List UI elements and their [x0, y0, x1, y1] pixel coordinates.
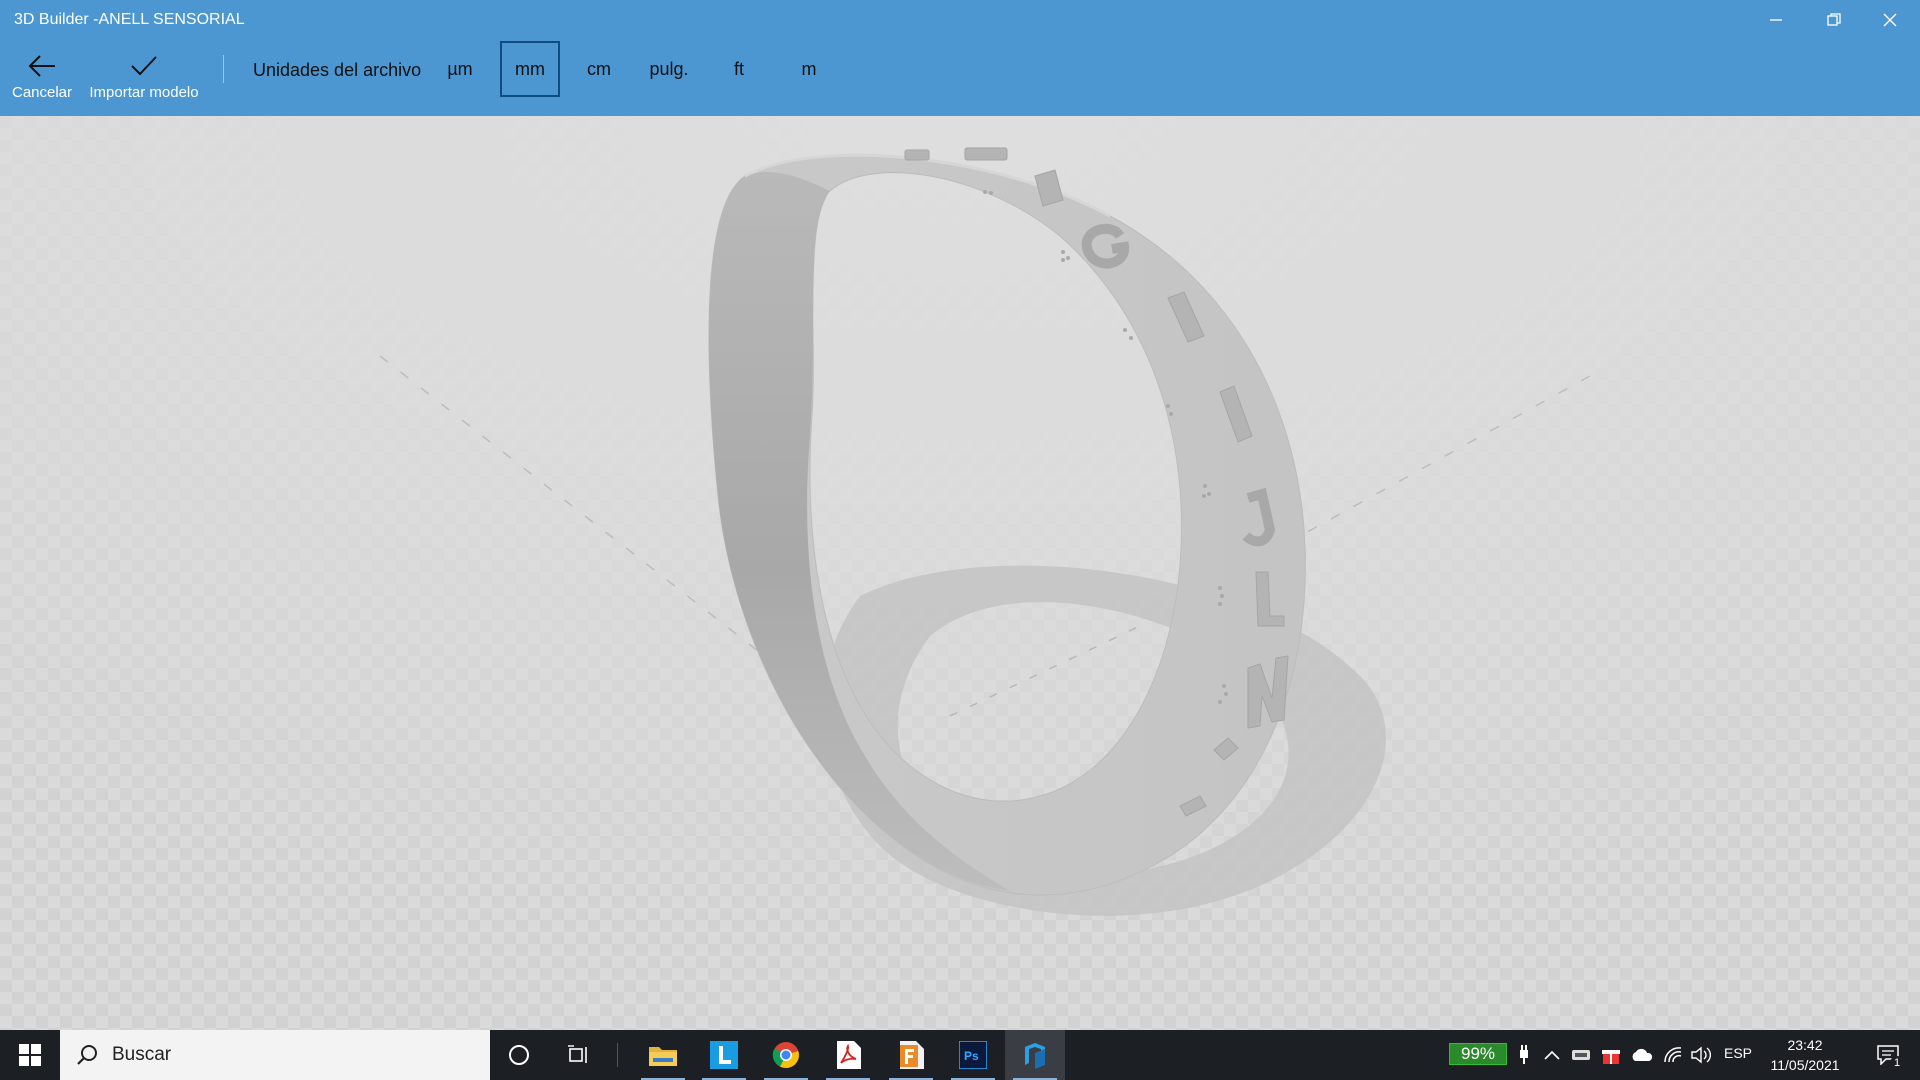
tray-onedrive-button[interactable]: [1628, 1030, 1656, 1080]
taskbar-app-chrome[interactable]: [756, 1030, 816, 1080]
3d-viewport[interactable]: [0, 116, 1920, 1030]
clock-date: 11/05/2021: [1770, 1057, 1840, 1073]
tray-power-button[interactable]: [1512, 1030, 1536, 1080]
restore-button[interactable]: [1806, 0, 1862, 40]
taskbar-app-file-explorer[interactable]: [633, 1030, 693, 1080]
unit-inch[interactable]: pulg.: [639, 41, 699, 97]
unit-meter[interactable]: m: [779, 41, 839, 97]
show-hidden-icons-button[interactable]: [1540, 1030, 1564, 1080]
cancel-label: Cancelar: [11, 84, 73, 101]
tray-device-button[interactable]: [1568, 1030, 1594, 1080]
close-icon: [1883, 13, 1897, 27]
input-language[interactable]: ESP: [1724, 1045, 1752, 1061]
window-title: 3D Builder -ANELL SENSORIAL: [14, 11, 245, 28]
speaker-icon: [1691, 1046, 1711, 1064]
clock[interactable]: 23:42 11/05/2021: [1760, 1035, 1850, 1075]
device-icon: [1572, 1050, 1590, 1060]
photoshop-icon: Ps: [959, 1041, 987, 1069]
close-button[interactable]: [1862, 0, 1918, 40]
task-view-icon: [568, 1045, 587, 1063]
task-view-button[interactable]: [554, 1030, 604, 1080]
tray-network-button[interactable]: [1660, 1030, 1686, 1080]
search-placeholder: Buscar: [112, 1044, 172, 1065]
plug-icon: [1520, 1045, 1528, 1064]
unit-micrometer[interactable]: µm: [430, 41, 490, 97]
taskbar-app-photoshop[interactable]: Ps: [943, 1030, 1003, 1080]
minimize-button[interactable]: [1748, 0, 1804, 40]
unit-millimeter[interactable]: mm: [500, 41, 560, 97]
tray-volume-button[interactable]: [1688, 1030, 1716, 1080]
toolbar-divider: [223, 55, 224, 83]
notification-count: 1: [1890, 1056, 1904, 1070]
minimize-icon: [1770, 19, 1782, 21]
action-center-button[interactable]: [1868, 1030, 1908, 1080]
search-icon: [77, 1045, 97, 1065]
f-icon: [900, 1041, 924, 1069]
battery-percentage[interactable]: 99%: [1449, 1043, 1507, 1065]
acrobat-icon: [837, 1041, 861, 1069]
tray-gift-button[interactable]: [1598, 1030, 1624, 1080]
folder-icon: [649, 1047, 677, 1066]
restore-icon: [1827, 13, 1841, 26]
taskbar-app-3d-builder[interactable]: [1005, 1030, 1065, 1080]
wifi-icon: [1664, 1047, 1682, 1063]
taskbar-separator: [617, 1043, 618, 1067]
cancel-button[interactable]: Cancelar: [0, 54, 97, 101]
chrome-icon: [772, 1042, 799, 1069]
chevron-up-icon: [1544, 1050, 1560, 1060]
svg-text:Ps: Ps: [964, 1049, 979, 1063]
taskbar-app-acrobat[interactable]: [818, 1030, 878, 1080]
cortana-button[interactable]: [494, 1030, 544, 1080]
arrow-left-icon: [28, 55, 55, 77]
l-icon: [710, 1041, 738, 1069]
3d-builder-icon: [1025, 1043, 1045, 1069]
taskbar-app-l[interactable]: [694, 1030, 754, 1080]
taskbar: Buscar Ps 99% ESP 23:42 11/05/2021 1: [0, 1030, 1920, 1080]
app-bar: 3D Builder -ANELL SENSORIAL Cancelar Imp…: [0, 0, 1920, 116]
clock-time: 23:42: [1787, 1037, 1823, 1053]
unit-centimeter[interactable]: cm: [569, 41, 629, 97]
viewport-canvas[interactable]: [0, 116, 1920, 1030]
windows-icon: [19, 1044, 41, 1066]
taskbar-search[interactable]: Buscar: [60, 1030, 490, 1080]
units-label: Unidades del archivo: [253, 60, 422, 80]
taskbar-app-f[interactable]: [881, 1030, 941, 1080]
cortana-icon: [509, 1045, 529, 1065]
start-button[interactable]: [0, 1030, 60, 1080]
import-model-label: Importar modelo: [89, 84, 199, 101]
cloud-icon: [1632, 1048, 1653, 1061]
gift-icon: [1602, 1050, 1620, 1064]
checkmark-icon: [131, 56, 157, 76]
import-model-button[interactable]: Importar modelo: [89, 54, 199, 101]
unit-foot[interactable]: ft: [709, 41, 769, 97]
